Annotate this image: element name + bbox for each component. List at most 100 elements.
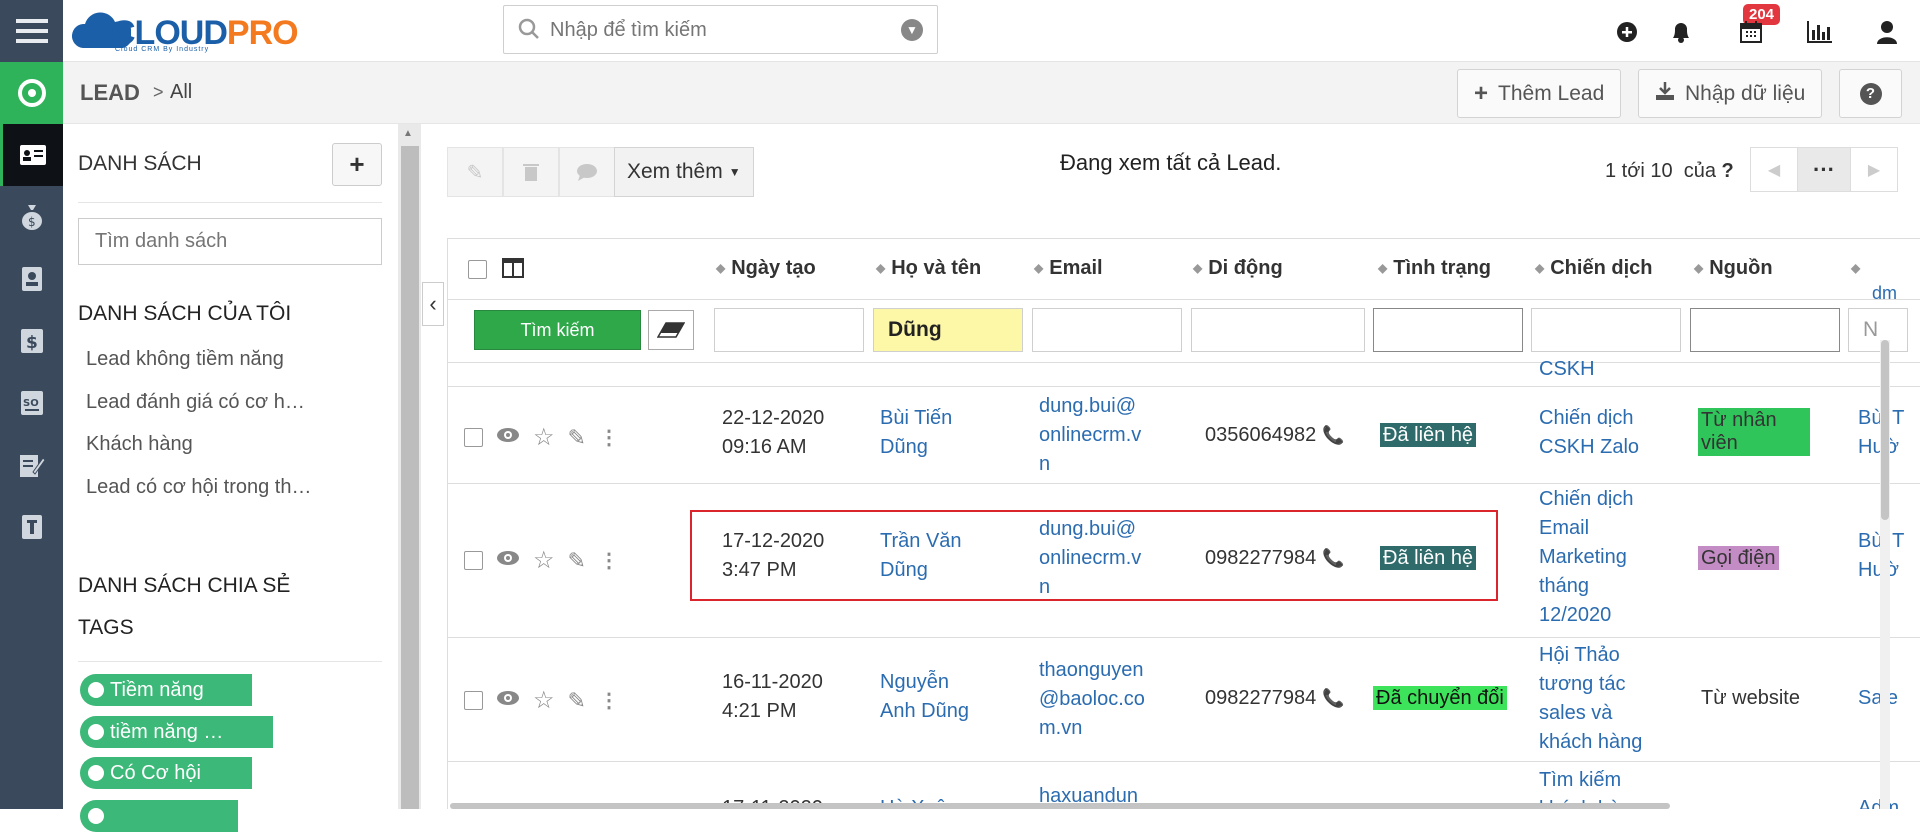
table-row[interactable]: CSKH: [448, 358, 1920, 387]
chevron-down-icon[interactable]: ▼: [901, 19, 923, 41]
add-lead-button[interactable]: + Thêm Lead: [1457, 69, 1622, 118]
table-row[interactable]: ☆ ✎ ⋮ 22-12-2020 09:16 AM Bùi Tiến Dũng du…: [448, 387, 1920, 484]
add-list-button[interactable]: +: [332, 143, 382, 186]
full-name-cell[interactable]: Nguyễn Anh Dũng: [880, 668, 969, 726]
owner-cell[interactable]: Sale: [1858, 684, 1898, 713]
filter-source[interactable]: [1690, 308, 1840, 352]
sidebar-list-item[interactable]: Lead không tiềm năng: [86, 348, 284, 371]
campaign-cell[interactable]: Chiến dịch CSKH Zalo: [1539, 404, 1639, 462]
campaign-cell[interactable]: CSKH: [1539, 355, 1595, 384]
my-lists-heading: DANH SÁCH CỦA TÔI: [78, 302, 292, 325]
tag-item[interactable]: [80, 800, 238, 832]
sidebar-scrollbar-thumb[interactable]: [401, 146, 419, 809]
star-icon[interactable]: ☆: [533, 686, 555, 715]
leads-card-icon[interactable]: [0, 124, 63, 186]
sidebar-list-item[interactable]: Lead đánh giá có cơ h…: [86, 391, 305, 414]
sidebar-list-item[interactable]: Khách hàng: [86, 433, 193, 456]
owner-cell[interactable]: Adm: [1858, 794, 1899, 809]
table-vertical-scrollbar-thumb[interactable]: [1881, 340, 1889, 520]
more-actions-dropdown[interactable]: Xem thêm ▼: [614, 147, 754, 197]
row-checkbox[interactable]: [464, 428, 483, 447]
column-header-mobile[interactable]: ◆ Di động: [1193, 257, 1283, 280]
trash-icon[interactable]: [503, 147, 559, 197]
breadcrumb-module[interactable]: LEAD: [80, 80, 140, 106]
table-row[interactable]: ☆ ✎ ⋮ 16-11-2020 4:21 PM Nguyễn Anh Dũng t…: [448, 638, 1920, 762]
bar-chart-icon[interactable]: [1805, 18, 1833, 46]
prev-page-icon[interactable]: ◀: [1751, 148, 1797, 191]
edit-icon[interactable]: ✎: [568, 688, 586, 714]
view-eye-icon[interactable]: [496, 426, 520, 449]
email-cell[interactable]: thaonguyen @baoloc.co m.vn: [1039, 656, 1145, 743]
column-header-source[interactable]: ◆ Nguồn: [1694, 257, 1773, 280]
filter-mobile[interactable]: [1191, 308, 1365, 352]
search-input[interactable]: [550, 14, 880, 46]
edit-icon[interactable]: ✎: [568, 548, 586, 574]
bell-icon[interactable]: [1667, 18, 1695, 46]
tag-item[interactable]: Tiềm năng: [80, 674, 252, 706]
home-target-icon[interactable]: [0, 62, 63, 124]
eraser-icon[interactable]: [648, 310, 694, 350]
filter-owner[interactable]: N: [1848, 308, 1908, 352]
more-vertical-icon[interactable]: ⋮: [599, 425, 619, 450]
collapse-sidebar-chevron-icon[interactable]: ‹: [422, 282, 444, 326]
tag-item[interactable]: Có Cơ hội: [80, 757, 252, 789]
import-data-button[interactable]: Nhập dữ liệu: [1638, 69, 1823, 118]
star-icon[interactable]: ☆: [533, 546, 555, 575]
page-more-button[interactable]: ···: [1797, 148, 1851, 191]
column-header-created-date[interactable]: ◆ Ngày tạo: [716, 257, 816, 280]
edit-pencil-icon[interactable]: ✎: [447, 147, 503, 197]
breadcrumb-view[interactable]: All: [170, 81, 192, 104]
filter-created-date[interactable]: [714, 308, 864, 352]
add-circle-icon[interactable]: [1613, 18, 1641, 46]
campaign-cell[interactable]: Chiến dịch Email Marketing tháng 12/2020: [1539, 485, 1634, 630]
view-eye-icon[interactable]: [496, 549, 520, 572]
tag-item[interactable]: tiềm năng …: [80, 716, 273, 748]
star-icon[interactable]: ☆: [533, 423, 555, 452]
contact-book-icon[interactable]: [0, 248, 63, 310]
sort-icon: ◆: [716, 261, 726, 275]
column-header-owner[interactable]: ◆: [1851, 257, 1866, 280]
cloudpro-logo[interactable]: CLOUDPRO Cloud CRM By Industry: [71, 4, 311, 56]
filter-search-button[interactable]: Tìm kiếm: [474, 310, 641, 350]
column-header-campaign[interactable]: ◆ Chiến dịch: [1535, 257, 1652, 280]
total-count-button[interactable]: ?: [1722, 160, 1734, 182]
sales-order-icon[interactable]: SO: [0, 372, 63, 434]
column-header-email[interactable]: ◆ Email: [1034, 257, 1103, 280]
user-icon[interactable]: [1873, 18, 1901, 46]
filter-full-name[interactable]: Dũng: [873, 308, 1023, 352]
hamburger-menu-icon[interactable]: [0, 0, 63, 62]
ticket-document-icon[interactable]: [0, 496, 63, 558]
list-search-input[interactable]: [78, 218, 382, 265]
more-vertical-icon[interactable]: ⋮: [599, 688, 619, 713]
invoice-dollar-icon[interactable]: $: [0, 310, 63, 372]
phone-icon[interactable]: 📞: [1322, 688, 1344, 708]
row-checkbox[interactable]: [464, 691, 483, 710]
column-header-full-name[interactable]: ◆ Họ và tên: [876, 257, 981, 280]
filter-status[interactable]: [1373, 308, 1523, 352]
more-vertical-icon[interactable]: ⋮: [599, 548, 619, 573]
global-search[interactable]: ▼: [503, 5, 938, 54]
filter-campaign[interactable]: [1531, 308, 1681, 352]
money-bag-icon[interactable]: $: [0, 186, 63, 248]
next-page-icon[interactable]: ▶: [1851, 148, 1897, 191]
scroll-up-arrow-icon[interactable]: ▲: [403, 128, 413, 139]
filter-email[interactable]: [1032, 308, 1182, 352]
edit-document-icon[interactable]: [0, 434, 63, 496]
table-horizontal-scrollbar[interactable]: [450, 803, 1670, 809]
view-eye-icon[interactable]: [496, 689, 520, 712]
full-name-cell[interactable]: Bùi Tiến Dũng: [880, 404, 952, 462]
campaign-cell[interactable]: Hội Thảo tương tác sales và khách hàng: [1539, 641, 1642, 757]
phone-icon[interactable]: 📞: [1322, 425, 1344, 445]
help-button[interactable]: ?: [1839, 69, 1902, 118]
column-header-status[interactable]: ◆ Tình trạng: [1378, 257, 1491, 280]
select-all-checkbox[interactable]: [468, 260, 487, 279]
edit-icon[interactable]: ✎: [568, 425, 586, 451]
list-sidebar: DANH SÁCH + DANH SÁCH CỦA TÔI Lead không…: [63, 124, 398, 832]
row-checkbox[interactable]: [464, 551, 483, 570]
table-row[interactable]: 17-11-2020 Hà Xuân haxuandun Tìm kiếmkhá…: [448, 762, 1920, 809]
calendar-icon[interactable]: [1737, 18, 1765, 46]
sidebar-list-item[interactable]: Lead có cơ hội trong th…: [86, 476, 311, 499]
email-cell[interactable]: dung.bui@ onlinecrm.v n: [1039, 392, 1141, 479]
comment-icon[interactable]: [559, 147, 615, 197]
column-layout-icon[interactable]: [502, 258, 524, 284]
